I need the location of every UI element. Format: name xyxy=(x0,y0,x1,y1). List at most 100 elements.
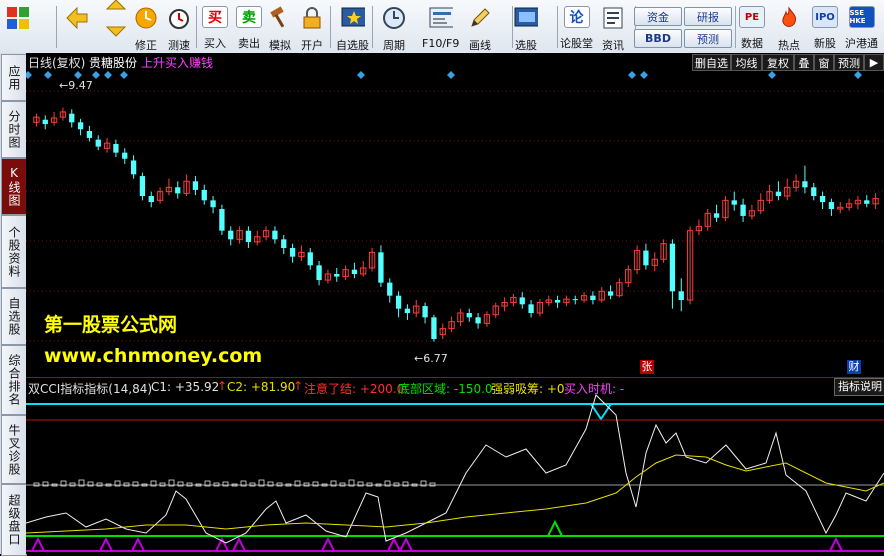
toolbar-separator xyxy=(735,6,736,48)
toolbar-button-修正[interactable]: 修正 xyxy=(134,2,158,52)
candle-body xyxy=(519,297,525,305)
toolbar-button-沪港通[interactable]: SSE HKE 沪港通 xyxy=(845,2,878,51)
candle-body xyxy=(77,122,84,130)
chart-canvas[interactable] xyxy=(26,53,884,554)
toolbar-button-自选股[interactable]: 自选股 xyxy=(336,2,369,52)
toolbar-button-模拟[interactable]: 模拟 xyxy=(268,2,292,52)
chart-button-3[interactable]: 叠 xyxy=(794,54,814,71)
hammer-icon xyxy=(268,6,292,30)
chart-button-5[interactable]: 预测 xyxy=(834,54,864,71)
candle-body xyxy=(281,239,287,248)
candle-body xyxy=(69,113,75,123)
toolbar-button-开户[interactable]: 开户 xyxy=(300,2,324,52)
toolbar-separator xyxy=(557,6,558,48)
candle-body xyxy=(130,160,137,175)
candle-body xyxy=(378,252,384,283)
candle-body xyxy=(139,176,146,196)
left-tab-0[interactable]: 应用 xyxy=(1,54,27,101)
left-tab-1[interactable]: 分时图 xyxy=(1,101,27,158)
candle-body xyxy=(245,230,252,242)
toolbar-text-icon: 卖 xyxy=(236,6,262,28)
indicator-name: 双CCI指标指标(14,84) xyxy=(28,382,153,396)
stopwatch-icon xyxy=(167,6,191,30)
chart-button-2[interactable]: 复权 xyxy=(762,54,794,71)
signal-diamond-icon xyxy=(74,71,82,79)
indicator-c2: C2: +81.90 xyxy=(227,380,296,394)
chart-button-0[interactable]: 删自选 xyxy=(692,54,731,71)
pencil-icon xyxy=(468,6,492,30)
toolbar-label: 周期 xyxy=(383,39,405,52)
toolbar-separator xyxy=(330,6,331,48)
toolbar-button-新股[interactable]: IPO 新股 xyxy=(812,2,838,51)
indicator-purple-spike xyxy=(131,536,145,552)
indicator-header: 双CCI指标指标(14,84) C1: +35.92 ↑ C2: +81.90 … xyxy=(26,377,884,396)
toolbar-label: 修正 xyxy=(135,39,157,52)
toolbar-button-画线[interactable]: 画线 xyxy=(468,2,492,52)
indicator-explain-button[interactable]: 指标说明 xyxy=(834,378,884,396)
left-tab-4[interactable]: 自选股 xyxy=(1,288,27,345)
candle-body xyxy=(475,317,481,324)
kline-chart-panel[interactable]: 日线(复权) 贵糖股份 上升买入赚钱 删自选 均线 复权叠窗预测 ▶ ←9.47 ←6… xyxy=(26,53,884,554)
indicator-purple-spike xyxy=(99,536,113,552)
toolbar-label: 卖出 xyxy=(238,37,260,50)
indicator-purple-spike xyxy=(387,536,401,552)
signal-diamond-icon xyxy=(447,71,455,79)
chart-button-6[interactable]: ▶ xyxy=(864,54,884,71)
news-icon xyxy=(601,6,625,30)
toolbar-text-icon: 买 xyxy=(202,6,228,28)
indicator-purple-spike xyxy=(232,536,246,552)
candle-body xyxy=(802,181,808,188)
left-tab-7[interactable]: 超级盘口 xyxy=(1,484,27,556)
signal-diamond-icon xyxy=(26,71,32,79)
candle-body xyxy=(307,252,313,266)
indicator-warn: 注意了结: +200.0 xyxy=(304,382,405,396)
toolbar-button-资讯[interactable]: 资讯 xyxy=(601,2,625,52)
left-tab-5[interactable]: 综合排名 xyxy=(1,345,27,415)
candle-body xyxy=(148,196,154,203)
toolbar-button-back-arrow-icon[interactable] xyxy=(64,2,88,51)
candle-body xyxy=(95,139,101,147)
toolbar-button-买入[interactable]: 买买入 xyxy=(202,2,228,51)
signal-diamond-icon xyxy=(768,71,776,79)
toolbar-button-周期[interactable]: 周期 xyxy=(382,2,406,52)
left-tab-3[interactable]: 个股资料 xyxy=(1,215,27,288)
toolbar-pill-研报[interactable]: 研报 xyxy=(684,7,732,26)
left-tab-6[interactable]: 牛叉诊股 xyxy=(1,415,27,484)
signal-diamond-icon xyxy=(357,71,365,79)
toolbar-label: 买入 xyxy=(204,37,226,50)
toolbar-label: 选股 xyxy=(515,39,537,52)
left-tab-2[interactable]: K线图 xyxy=(1,158,27,215)
toolbar-button-up-down-arrows-icon[interactable] xyxy=(104,0,128,51)
candle-body xyxy=(272,230,278,240)
up-down-arrows-icon xyxy=(104,0,128,37)
toolbar-button-F10/F9[interactable]: F10/F9 xyxy=(422,2,459,51)
toolbar-label: 沪港通 xyxy=(845,37,878,50)
toolbar-pill-预测[interactable]: 预测 xyxy=(684,29,732,48)
toolbar-button-测速[interactable]: 测速 xyxy=(167,2,191,52)
toolbar-pill-BBD[interactable]: BBD xyxy=(634,29,682,48)
candle-body xyxy=(42,119,48,125)
toolbar-label: 热点 xyxy=(778,39,800,52)
toolbar-text-icon: 论 xyxy=(563,6,590,28)
toolbar-button-windows-logo-icon[interactable] xyxy=(6,2,30,51)
candle-body xyxy=(334,274,340,277)
toolbar-label: 资讯 xyxy=(602,39,624,52)
zhang-marker[interactable]: 张 xyxy=(640,360,654,374)
toolbar-button-卖出[interactable]: 卖卖出 xyxy=(236,2,262,51)
chart-button-1[interactable]: 均线 xyxy=(731,54,762,71)
toolbar-separator xyxy=(56,6,57,48)
candle-body xyxy=(316,265,322,281)
toolbar-button-热点[interactable]: 热点 xyxy=(777,2,801,52)
period-label: 日线(复权) xyxy=(28,56,86,70)
indicator-cyan-dip xyxy=(590,403,612,421)
toolbar-button-数据[interactable]: PE 数据 xyxy=(739,2,765,51)
back-arrow-icon xyxy=(64,6,88,30)
cai-marker[interactable]: 财 xyxy=(847,360,861,374)
indicator-purple-spike xyxy=(829,536,843,552)
toolbar-button-论股堂[interactable]: 论论股堂 xyxy=(560,2,593,51)
toolbar-pill-资金[interactable]: 资金 xyxy=(634,7,682,26)
chart-button-4[interactable]: 窗 xyxy=(814,54,834,71)
candle-body xyxy=(678,291,684,300)
toolbar-button-选股[interactable]: 选股 xyxy=(514,2,538,52)
left-tab-bar: 应用 分时图 K线图 个股资料 自选股 综合排名 牛叉诊股 超级盘口 xyxy=(0,53,27,556)
